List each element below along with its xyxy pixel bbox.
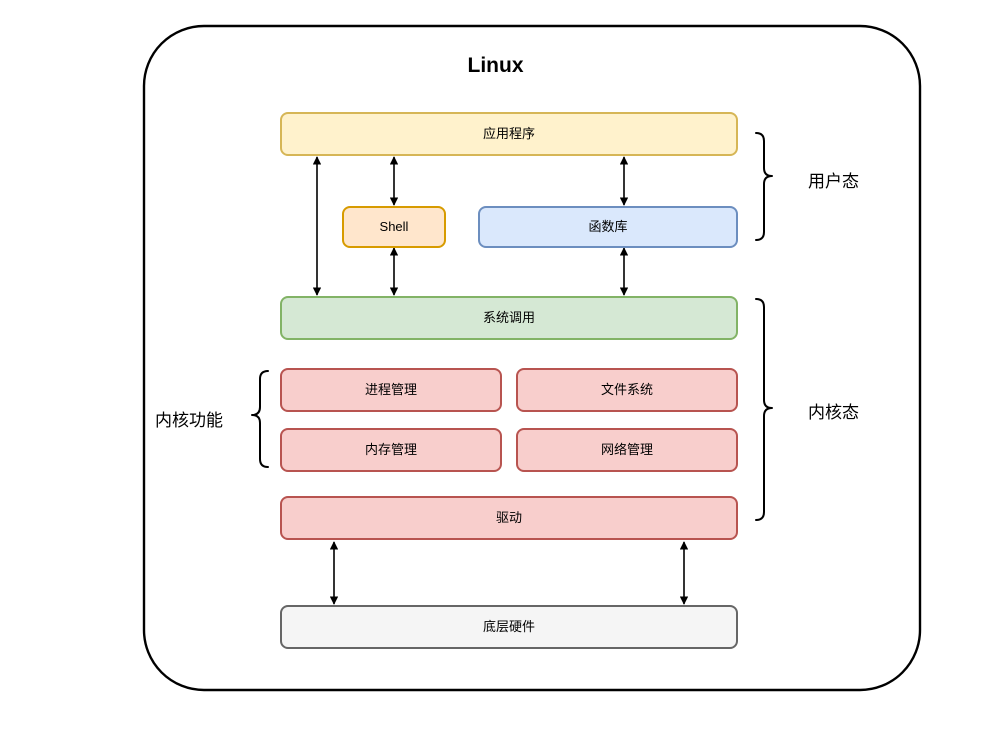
box-hardware-label: 底层硬件 (482, 619, 535, 635)
label-kernel-features-text: 内核功能 (155, 411, 223, 430)
box-filesystem-label: 文件系统 (600, 382, 653, 398)
box-hardware[interactable]: 底层硬件 (280, 605, 738, 649)
label-kernel-mode: 内核态 (808, 398, 859, 423)
box-shell[interactable]: Shell (342, 206, 446, 248)
box-library[interactable]: 函数库 (478, 206, 738, 248)
box-driver[interactable]: 驱动 (280, 496, 738, 540)
box-library-label: 函数库 (588, 219, 628, 235)
box-application[interactable]: 应用程序 (280, 112, 738, 156)
box-syscall-label: 系统调用 (482, 310, 535, 326)
box-shell-label: Shell (379, 219, 409, 235)
label-user-mode: 用户态 (808, 167, 859, 192)
label-user-mode-text: 用户态 (808, 172, 859, 191)
box-filesystem[interactable]: 文件系统 (516, 368, 738, 412)
box-memory-management[interactable]: 内存管理 (280, 428, 502, 472)
box-driver-label: 驱动 (495, 510, 522, 526)
page-title: Linux (467, 54, 524, 77)
box-network-management[interactable]: 网络管理 (516, 428, 738, 472)
kernel-features-brace (251, 370, 269, 468)
label-kernel-mode-text: 内核态 (808, 403, 859, 422)
user-mode-brace (755, 132, 773, 241)
box-memory-management-label: 内存管理 (364, 442, 417, 458)
box-syscall[interactable]: 系统调用 (280, 296, 738, 340)
label-kernel-features: 内核功能 (155, 406, 223, 431)
diagram-canvas: Linux 应用程序 Shell 函数库 系统调用 进程管理 文件系统 内存管理… (0, 0, 991, 729)
box-process-management-label: 进程管理 (364, 382, 417, 398)
kernel-mode-brace (755, 298, 773, 521)
box-network-management-label: 网络管理 (600, 442, 653, 458)
box-process-management[interactable]: 进程管理 (280, 368, 502, 412)
box-application-label: 应用程序 (482, 126, 535, 142)
